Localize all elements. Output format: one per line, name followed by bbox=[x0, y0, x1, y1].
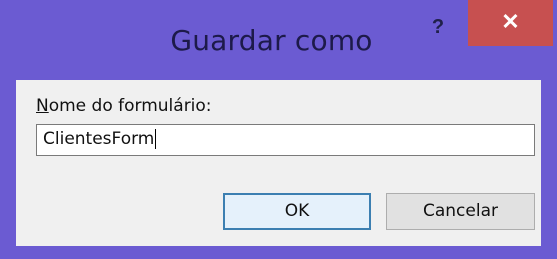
help-button[interactable]: ? bbox=[418, 10, 458, 44]
dialog-body: Nome do formulário: ClientesForm OK Canc… bbox=[16, 80, 541, 246]
help-icon: ? bbox=[431, 16, 445, 38]
title-bar[interactable]: Guardar como ? ✕ bbox=[0, 0, 557, 80]
form-name-label: Nome do formulário: bbox=[36, 96, 212, 116]
save-as-dialog: Guardar como ? ✕ Nome do formulário: Cli… bbox=[0, 0, 557, 259]
ok-button[interactable]: OK bbox=[223, 193, 371, 230]
close-button[interactable]: ✕ bbox=[468, 0, 553, 46]
close-icon: ✕ bbox=[501, 9, 520, 34]
text-caret bbox=[155, 129, 157, 149]
label-accelerator: N bbox=[36, 96, 49, 116]
form-name-input[interactable]: ClientesForm bbox=[36, 124, 535, 156]
label-text: ome do formulário: bbox=[48, 96, 212, 116]
form-name-value: ClientesForm bbox=[43, 129, 155, 149]
cancel-button[interactable]: Cancelar bbox=[386, 193, 535, 230]
